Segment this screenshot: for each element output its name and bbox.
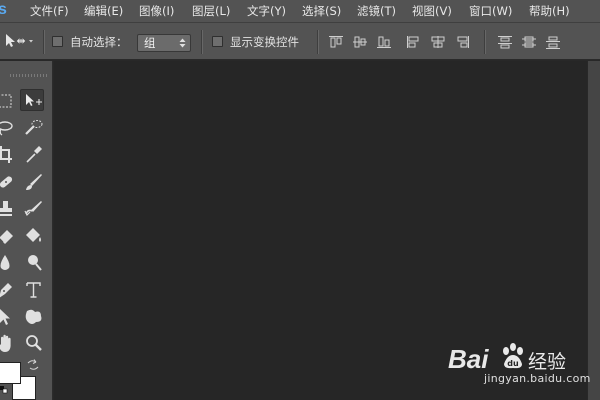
default-colors-icon[interactable]: [0, 386, 8, 394]
move-tool[interactable]: [20, 89, 44, 111]
align-left-edges-icon[interactable]: [406, 35, 422, 49]
crop-tool[interactable]: [0, 144, 20, 166]
move-tool-icon: [6, 34, 33, 47]
type-icon: [26, 282, 41, 298]
watermark-suffix: 经验: [528, 351, 567, 373]
separator: [317, 30, 319, 54]
tool-preset-picker[interactable]: [4, 33, 34, 49]
distribute-top-edges-icon[interactable]: [497, 35, 513, 49]
auto-select-target-dropdown[interactable]: 组: [137, 34, 191, 52]
dodge-icon: [28, 255, 42, 271]
distribute-vertical-centers-icon[interactable]: [521, 35, 537, 49]
updown-arrows-icon: [179, 38, 186, 48]
separator: [484, 30, 486, 54]
healing-brush-icon: [0, 176, 13, 188]
separator: [201, 30, 203, 54]
eyedropper-icon: [26, 146, 42, 163]
blur-icon: [0, 255, 10, 270]
quick-select-icon: [25, 120, 43, 135]
lasso-tool[interactable]: [0, 117, 20, 139]
auto-select-checkbox[interactable]: [52, 36, 63, 47]
brush-tool[interactable]: [22, 171, 46, 193]
menu-select[interactable]: 选择(S): [302, 4, 341, 18]
show-transform-checkbox[interactable]: [212, 36, 223, 47]
auto-select-label: 自动选择：: [70, 35, 128, 49]
toolbox: [0, 61, 53, 400]
menu-filter[interactable]: 滤镜(T): [357, 4, 396, 18]
watermark-url: jingyan.baidu.com: [484, 372, 591, 385]
separator: [43, 30, 45, 54]
menu-window[interactable]: 窗口(W): [469, 4, 512, 18]
auto-select-target-value: 组: [144, 36, 156, 50]
distribute-bottom-edges-icon[interactable]: [545, 35, 561, 49]
eraser-tool[interactable]: [0, 225, 20, 247]
menu-help[interactable]: 帮助(H): [529, 4, 570, 18]
menu-edit[interactable]: 编辑(E): [84, 4, 123, 18]
zoom-tool[interactable]: [22, 333, 46, 355]
quick-select-tool[interactable]: [22, 117, 46, 139]
menu-bar: s 文件(F) 编辑(E) 图像(I) 图层(L) 文字(Y) 选择(S) 滤镜…: [0, 0, 600, 22]
align-right-edges-icon[interactable]: [454, 35, 470, 49]
type-tool[interactable]: [22, 279, 46, 301]
path-select-icon: [0, 309, 10, 325]
shape-icon: [25, 309, 42, 324]
move-icon: [26, 94, 42, 106]
clone-stamp-tool[interactable]: [0, 198, 20, 220]
brush-icon: [26, 174, 42, 190]
menu-layer[interactable]: 图层(L): [192, 4, 230, 18]
watermark-brand: Bai: [448, 344, 489, 374]
hand-tool[interactable]: [0, 333, 20, 355]
crop-icon: [0, 146, 12, 163]
baidu-jingyan-watermark: Bai du 经验 jingyan.baidu.com: [448, 338, 591, 392]
paint-bucket-icon: [26, 228, 41, 242]
history-brush-icon: [24, 201, 42, 217]
zoom-icon: [26, 335, 42, 351]
options-bar: 自动选择： 组 显示变换控件: [0, 22, 600, 60]
lasso-icon: [0, 121, 13, 136]
align-vertical-centers-icon[interactable]: [352, 35, 368, 49]
paw-icon: du: [503, 343, 523, 369]
align-bottom-edges-icon[interactable]: [376, 35, 392, 49]
paint-bucket-tool[interactable]: [22, 225, 46, 247]
history-brush-tool[interactable]: [22, 198, 46, 220]
align-horizontal-centers-icon[interactable]: [430, 35, 446, 49]
menu-image[interactable]: 图像(I): [139, 4, 174, 18]
svg-text:du: du: [507, 359, 519, 368]
panel-edge: [588, 61, 600, 400]
toolbox-grip[interactable]: [10, 74, 48, 77]
pen-tool[interactable]: [0, 279, 20, 301]
healing-brush-tool[interactable]: [0, 171, 20, 193]
show-transform-label: 显示变换控件: [230, 35, 299, 49]
clone-stamp-icon: [0, 201, 12, 216]
menu-file[interactable]: 文件(F): [30, 4, 69, 18]
swap-colors-icon[interactable]: [26, 359, 40, 371]
chevron-down-icon: [29, 40, 33, 43]
shape-tool[interactable]: [22, 306, 46, 328]
align-top-edges-icon[interactable]: [328, 35, 344, 49]
eraser-icon: [0, 230, 13, 244]
blur-tool[interactable]: [0, 252, 20, 274]
eyedropper-tool[interactable]: [22, 144, 46, 166]
menu-view[interactable]: 视图(V): [412, 4, 452, 18]
marquee-icon: [0, 94, 12, 108]
pen-icon: [0, 283, 12, 298]
marquee-tool[interactable]: [0, 90, 20, 112]
path-select-tool[interactable]: [0, 306, 20, 328]
app-logo: s: [0, 1, 7, 18]
foreground-color-swatch[interactable]: [0, 362, 21, 384]
menu-type[interactable]: 文字(Y): [247, 4, 286, 18]
hand-icon: [0, 334, 11, 352]
dodge-tool[interactable]: [22, 252, 46, 274]
